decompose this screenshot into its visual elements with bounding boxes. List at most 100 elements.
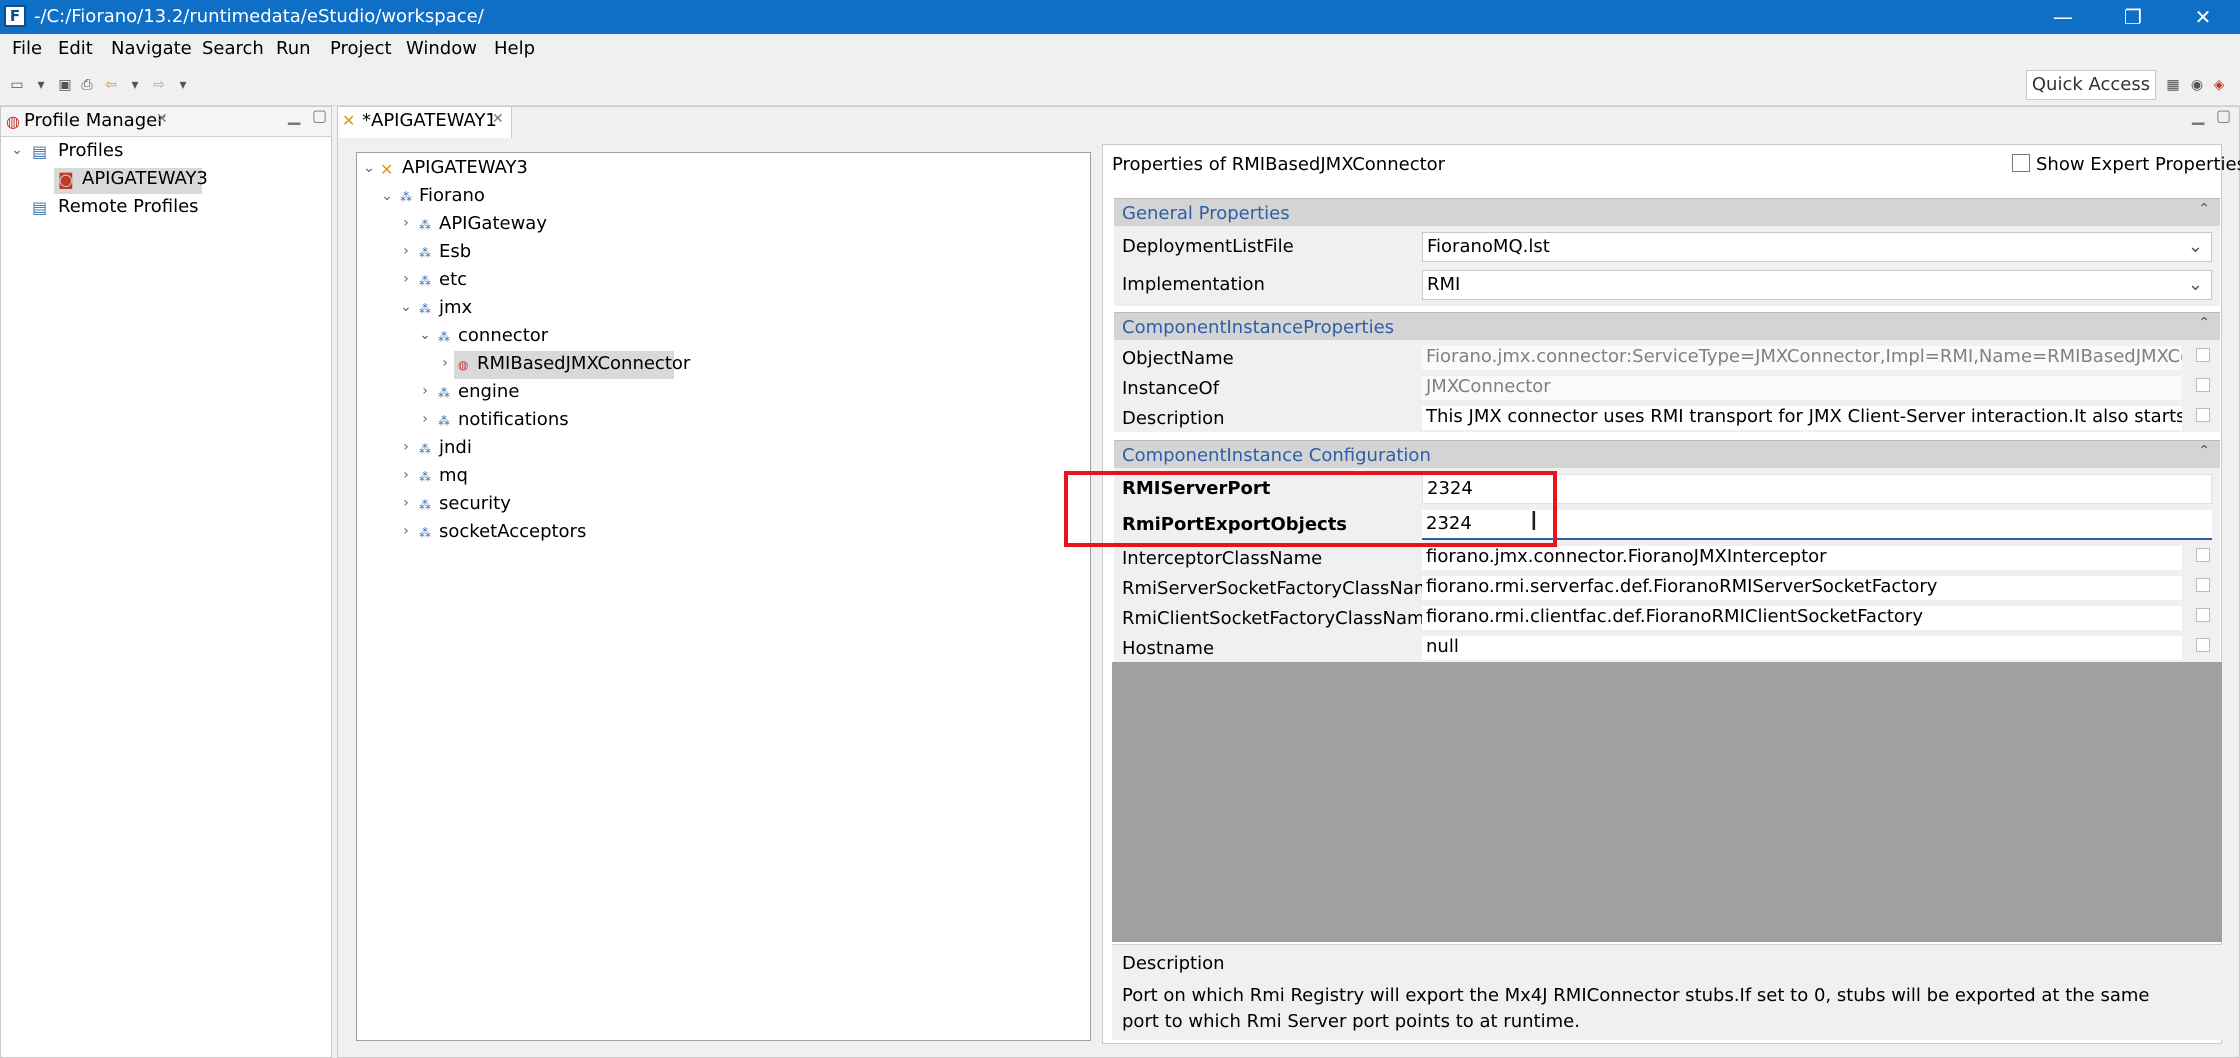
description-value[interactable]: This JMX connector uses RMI transport fo…	[1422, 406, 2182, 430]
menu-run[interactable]: Run	[276, 38, 311, 59]
close-icon[interactable]: ✕	[492, 111, 504, 127]
save-icon[interactable]: ▣	[56, 76, 74, 94]
clientfactory-value[interactable]: fiorano.rmi.clientfac.def.FioranoRMIClie…	[1422, 606, 2182, 630]
instance-configuration-section[interactable]: ComponentInstance Configuration ⌃	[1114, 440, 2220, 468]
implementation-select[interactable]: RMI ⌄	[1422, 270, 2212, 300]
remote-profiles-node[interactable]: Remote Profiles	[58, 196, 199, 217]
new-icon[interactable]: ▭	[8, 76, 26, 94]
restore-button[interactable]: ❐	[2098, 0, 2168, 34]
tree-root[interactable]: APIGATEWAY3	[402, 157, 528, 178]
description-label: Description	[1122, 408, 1225, 429]
tree-apigateway[interactable]: APIGateway	[439, 213, 547, 234]
profile-manager-tab-label[interactable]: Profile Manager	[24, 110, 165, 131]
tree-notifications[interactable]: notifications	[458, 409, 569, 430]
tree-esb[interactable]: Esb	[439, 241, 471, 262]
profiles-node[interactable]: Profiles	[58, 140, 123, 161]
menu-search[interactable]: Search	[202, 38, 264, 59]
collapse-icon[interactable]: ⌃	[2198, 201, 2210, 217]
menu-edit[interactable]: Edit	[58, 38, 93, 59]
show-expert-checkbox[interactable]	[2012, 154, 2030, 172]
hostname-checkbox[interactable]	[2196, 638, 2210, 652]
remote-profiles-icon: ▤	[32, 198, 48, 217]
chevron-right-icon[interactable]: ›	[399, 495, 413, 511]
close-icon[interactable]: ✕	[156, 111, 168, 127]
minimize-view-icon[interactable]: ▁	[2192, 106, 2204, 125]
java-perspective-icon[interactable]: ◉	[2188, 76, 2206, 94]
node-icon: ⁂	[438, 386, 450, 400]
menu-help[interactable]: Help	[494, 38, 535, 59]
instance-properties-section[interactable]: ComponentInstanceProperties ⌃	[1114, 312, 2220, 340]
forward-icon[interactable]: ⇨	[150, 76, 168, 94]
tree-rmi-connector[interactable]: RMIBasedJMXConnector	[477, 353, 690, 374]
menu-window[interactable]: Window	[406, 38, 477, 59]
maximize-view-icon[interactable]: ▢	[2216, 106, 2231, 125]
show-expert-label[interactable]: Show Expert Properties	[2036, 154, 2240, 175]
tree-connector[interactable]: connector	[458, 325, 548, 346]
print-icon[interactable]: ⎙	[78, 76, 96, 94]
objectname-checkbox[interactable]	[2196, 348, 2210, 362]
chevron-right-icon[interactable]: ›	[438, 355, 452, 371]
chevron-down-icon[interactable]: ⌄	[2188, 271, 2203, 299]
menu-navigate[interactable]: Navigate	[111, 38, 192, 59]
tree-engine[interactable]: engine	[458, 381, 519, 402]
deployment-value: FioranoMQ.lst	[1427, 236, 1550, 257]
perspective-icon[interactable]: ▦	[2164, 76, 2182, 94]
deployment-select[interactable]: FioranoMQ.lst ⌄	[1422, 232, 2212, 262]
chevron-right-icon[interactable]: ›	[399, 523, 413, 539]
minimize-view-icon[interactable]: ▁	[288, 106, 300, 125]
tree-etc[interactable]: etc	[439, 269, 467, 290]
serverfactory-checkbox[interactable]	[2196, 578, 2210, 592]
interceptor-value[interactable]: fiorano.jmx.connector.FioranoJMXIntercep…	[1422, 546, 2182, 570]
quick-access-field[interactable]: Quick Access	[2026, 70, 2156, 100]
tree-jmx[interactable]: jmx	[439, 297, 472, 318]
back-icon[interactable]: ⇦	[102, 76, 120, 94]
serverfactory-value[interactable]: fiorano.rmi.serverfac.def.FioranoRMIServ…	[1422, 576, 2182, 600]
gateway-icon: ✕	[380, 160, 394, 179]
hostname-value[interactable]: null	[1422, 636, 2182, 660]
general-properties-section[interactable]: General Properties ⌃	[1114, 198, 2220, 226]
chevron-down-icon[interactable]: ⌄	[380, 188, 394, 204]
chevron-right-icon[interactable]: ›	[399, 271, 413, 287]
chevron-down-icon[interactable]: ▾	[174, 76, 192, 94]
clientfactory-checkbox[interactable]	[2196, 608, 2210, 622]
properties-empty-area	[1112, 662, 2222, 942]
chevron-right-icon[interactable]: ›	[399, 439, 413, 455]
fiorano-perspective-icon[interactable]: ◈	[2210, 76, 2228, 94]
chevron-down-icon[interactable]: ⌄	[399, 299, 413, 315]
collapse-icon[interactable]: ⌃	[2198, 315, 2210, 331]
tree-mq[interactable]: mq	[439, 465, 468, 486]
tree-socket-acceptors[interactable]: socketAcceptors	[439, 521, 586, 542]
menu-file[interactable]: File	[12, 38, 42, 59]
chevron-right-icon[interactable]: ›	[418, 383, 432, 399]
instanceof-label: InstanceOf	[1122, 378, 1220, 399]
chevron-right-icon[interactable]: ›	[399, 215, 413, 231]
chevron-right-icon[interactable]: ›	[399, 243, 413, 259]
maximize-view-icon[interactable]: ▢	[312, 106, 327, 125]
chevron-down-icon[interactable]: ⌄	[10, 142, 24, 158]
profile-manager-icon: ◍	[6, 112, 20, 131]
description-checkbox[interactable]	[2196, 408, 2210, 422]
chevron-right-icon[interactable]: ›	[399, 467, 413, 483]
editor-tab-label[interactable]: *APIGATEWAY1	[362, 110, 497, 131]
interceptor-checkbox[interactable]	[2196, 548, 2210, 562]
component-icon: ◍	[458, 358, 469, 372]
profile-apigateway3[interactable]: APIGATEWAY3	[82, 168, 208, 189]
instance-properties-rows: ObjectName Fiorano.jmx.connector:Service…	[1114, 340, 2220, 432]
tree-jndi[interactable]: jndi	[439, 437, 472, 458]
implementation-value: RMI	[1427, 274, 1461, 295]
tree-fiorano[interactable]: Fiorano	[419, 185, 485, 206]
chevron-down-icon[interactable]: ⌄	[418, 327, 432, 343]
chevron-down-icon[interactable]: ⌄	[362, 160, 376, 176]
description-text: Port on which Rmi Registry will export t…	[1122, 985, 2150, 1032]
instanceof-checkbox[interactable]	[2196, 378, 2210, 392]
collapse-icon[interactable]: ⌃	[2198, 443, 2210, 459]
minimize-button[interactable]: —	[2028, 0, 2098, 34]
chevron-right-icon[interactable]: ›	[418, 411, 432, 427]
close-button[interactable]: ✕	[2168, 0, 2238, 34]
description-title: Description	[1122, 953, 1225, 974]
chevron-down-icon[interactable]: ▾	[32, 76, 50, 94]
tree-security[interactable]: security	[439, 493, 511, 514]
chevron-down-icon[interactable]: ▾	[126, 76, 144, 94]
chevron-down-icon[interactable]: ⌄	[2188, 233, 2203, 261]
menu-project[interactable]: Project	[330, 38, 392, 59]
